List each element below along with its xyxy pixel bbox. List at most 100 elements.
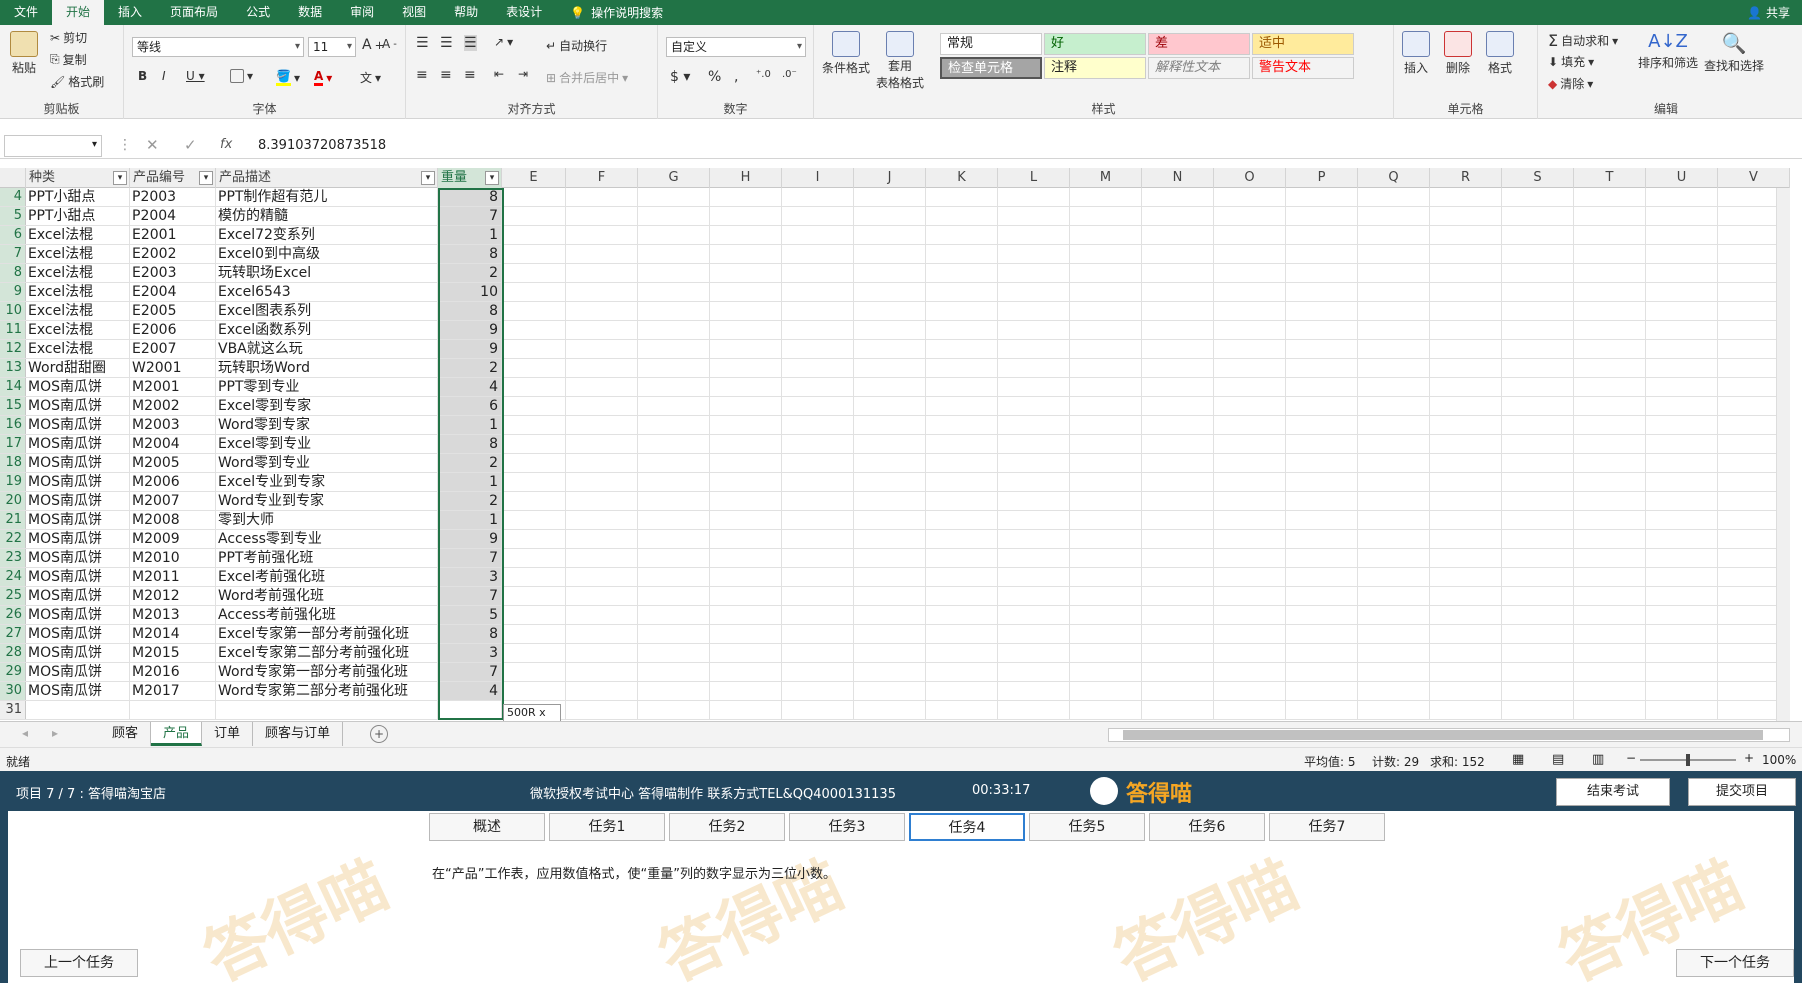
empty-cell[interactable] (998, 321, 1070, 339)
empty-cell[interactable] (782, 625, 854, 643)
cell[interactable]: MOS南瓜饼 (26, 568, 130, 586)
empty-cell[interactable] (854, 606, 926, 624)
empty-cell[interactable] (1430, 644, 1502, 662)
empty-cell[interactable] (1142, 264, 1214, 282)
cell[interactable]: Excel专家第二部分考前强化班 (216, 644, 438, 662)
empty-cell[interactable] (1286, 625, 1358, 643)
empty-cell[interactable] (1502, 397, 1574, 415)
filter-dropdown-icon[interactable]: ▾ (199, 171, 213, 185)
empty-cell[interactable] (1574, 302, 1646, 320)
empty-cell[interactable] (1286, 416, 1358, 434)
empty-cell[interactable] (1214, 435, 1286, 453)
cell[interactable]: Excel法棍 (26, 226, 130, 244)
row-header[interactable]: 12 (0, 340, 26, 358)
empty-cell[interactable] (926, 321, 998, 339)
empty-cell[interactable] (710, 473, 782, 491)
cell[interactable]: P2003 (130, 188, 216, 206)
cell[interactable] (438, 701, 502, 719)
empty-cell[interactable] (1214, 397, 1286, 415)
cell[interactable]: Excel法棍 (26, 264, 130, 282)
empty-cell[interactable] (1502, 625, 1574, 643)
filter-dropdown-icon[interactable]: ▾ (421, 171, 435, 185)
empty-cell[interactable] (998, 473, 1070, 491)
empty-cell[interactable] (1214, 340, 1286, 358)
empty-cell[interactable] (854, 416, 926, 434)
empty-cell[interactable] (926, 283, 998, 301)
cell[interactable]: Word专业到专家 (216, 492, 438, 510)
column-header[interactable]: 产品编号 ▾ (130, 168, 216, 188)
row-header[interactable]: 6 (0, 226, 26, 244)
empty-cell[interactable] (782, 644, 854, 662)
cell[interactable]: Word考前强化班 (216, 587, 438, 605)
empty-cell[interactable] (1214, 701, 1286, 719)
empty-cell[interactable] (782, 416, 854, 434)
empty-cell[interactable] (566, 492, 638, 510)
empty-cell[interactable] (1142, 587, 1214, 605)
row-header[interactable]: 25 (0, 587, 26, 605)
cell[interactable]: MOS南瓜饼 (26, 416, 130, 434)
empty-cell[interactable] (854, 435, 926, 453)
cell-style-5[interactable]: 注释 (1044, 57, 1146, 79)
submit-project-button[interactable]: 提交项目 (1688, 778, 1796, 806)
empty-cell[interactable] (1070, 530, 1142, 548)
column-header[interactable]: O (1214, 168, 1286, 188)
empty-cell[interactable] (710, 378, 782, 396)
empty-cell[interactable] (1286, 302, 1358, 320)
cell[interactable]: 4 (438, 378, 502, 396)
empty-cell[interactable] (1574, 549, 1646, 567)
empty-cell[interactable] (926, 530, 998, 548)
cell[interactable]: MOS南瓜饼 (26, 378, 130, 396)
end-exam-button[interactable]: 结束考试 (1556, 778, 1670, 806)
cell[interactable]: 8 (438, 302, 502, 320)
row-header[interactable]: 18 (0, 454, 26, 472)
empty-cell[interactable] (566, 283, 638, 301)
empty-cell[interactable] (1070, 321, 1142, 339)
empty-cell[interactable] (1358, 549, 1430, 567)
empty-cell[interactable] (710, 606, 782, 624)
empty-cell[interactable] (1430, 378, 1502, 396)
cell[interactable]: Excel72变系列 (216, 226, 438, 244)
empty-cell[interactable] (1214, 378, 1286, 396)
empty-cell[interactable] (1358, 264, 1430, 282)
empty-cell[interactable] (1286, 587, 1358, 605)
empty-cell[interactable] (854, 473, 926, 491)
empty-cell[interactable] (638, 226, 710, 244)
empty-cell[interactable] (926, 549, 998, 567)
cell[interactable]: MOS南瓜饼 (26, 530, 130, 548)
empty-cell[interactable] (1646, 682, 1718, 700)
empty-cell[interactable] (1142, 283, 1214, 301)
empty-cell[interactable] (1286, 283, 1358, 301)
empty-cell[interactable] (1502, 606, 1574, 624)
empty-cell[interactable] (710, 245, 782, 263)
empty-cell[interactable] (1502, 245, 1574, 263)
empty-cell[interactable] (502, 625, 566, 643)
empty-cell[interactable] (710, 530, 782, 548)
empty-cell[interactable] (566, 435, 638, 453)
merge-center-button[interactable]: ⊞ 合并后居中 ▾ (546, 69, 628, 86)
empty-cell[interactable] (854, 492, 926, 510)
empty-cell[interactable] (1070, 378, 1142, 396)
empty-cell[interactable] (1574, 473, 1646, 491)
orientation-button[interactable]: ↗ ▾ (494, 35, 513, 49)
sheet-tab[interactable]: 订单 (202, 722, 254, 746)
insert-cells-button[interactable]: 插入 (1402, 31, 1430, 76)
cell[interactable]: MOS南瓜饼 (26, 473, 130, 491)
row-header[interactable]: 15 (0, 397, 26, 415)
cell-style-7[interactable]: 警告文本 (1252, 57, 1354, 79)
empty-cell[interactable] (926, 473, 998, 491)
empty-cell[interactable] (854, 302, 926, 320)
empty-cell[interactable] (926, 701, 998, 719)
empty-cell[interactable] (710, 264, 782, 282)
empty-cell[interactable] (1214, 530, 1286, 548)
empty-cell[interactable] (998, 264, 1070, 282)
normal-view-icon[interactable]: ▦ (1512, 752, 1524, 767)
empty-cell[interactable] (1358, 378, 1430, 396)
empty-cell[interactable] (1574, 511, 1646, 529)
scroll-right-icon[interactable]: ▸ (52, 726, 58, 740)
empty-cell[interactable] (1646, 264, 1718, 282)
empty-cell[interactable] (926, 492, 998, 510)
empty-cell[interactable] (998, 587, 1070, 605)
empty-cell[interactable] (1646, 663, 1718, 681)
empty-cell[interactable] (1358, 340, 1430, 358)
empty-cell[interactable] (1358, 435, 1430, 453)
